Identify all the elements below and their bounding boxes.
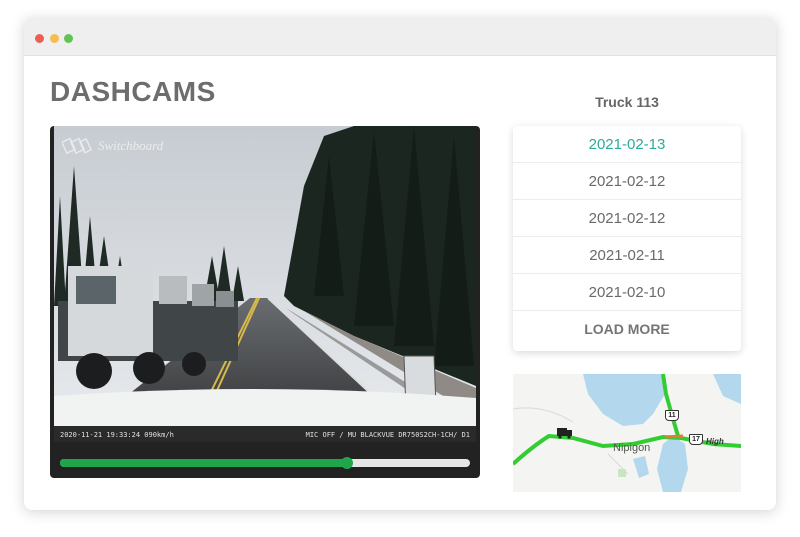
date-list-item[interactable]: 2021-02-11 <box>513 237 741 274</box>
video-timestamp: 2020-11-21 19:33:24 090km/h <box>60 431 174 439</box>
route-map-canvas <box>513 374 741 492</box>
dashcam-video-frame[interactable]: Switchboard 2020-11-21 19:33:24 090km/h … <box>54 126 476 442</box>
date-list-item[interactable]: 2021-02-12 <box>513 163 741 200</box>
recording-date-list: 2021-02-13 2021-02-12 2021-02-12 2021-02… <box>513 126 741 351</box>
highway-11-shield: 11 <box>665 410 679 421</box>
video-device-info: MIC OFF / MU BLACKVUE DR750S2CH-1CH/ D1 <box>305 431 470 439</box>
route-map[interactable]: 11 17 High Nipigon <box>513 374 741 492</box>
page-title: DASHCAMS <box>50 76 216 107</box>
video-seekbar[interactable] <box>60 457 470 469</box>
date-list-item[interactable]: 2021-02-12 <box>513 200 741 237</box>
minimize-window-button[interactable] <box>50 34 59 43</box>
load-more-button[interactable]: LOAD MORE <box>513 311 741 347</box>
close-window-button[interactable] <box>35 34 44 43</box>
truck-title: Truck 113 <box>595 94 659 110</box>
date-list-item[interactable]: 2021-02-13 <box>513 126 741 163</box>
video-seekbar-thumb[interactable] <box>341 457 353 469</box>
switchboard-logo-icon <box>62 137 92 154</box>
switchboard-logo-text: Switchboard <box>98 138 164 153</box>
browser-window: DASHCAMS Switchboard 2020-11-21 19:33:24… <box>24 18 776 510</box>
window-titlebar <box>24 18 776 56</box>
town-label: Nipigon <box>613 442 651 454</box>
highway-17-shield: 17 <box>689 434 703 445</box>
video-player[interactable]: Switchboard 2020-11-21 19:33:24 090km/h … <box>50 126 480 478</box>
switchboard-logo: Switchboard <box>62 136 163 156</box>
highway-label: High <box>706 437 724 446</box>
video-seekbar-fill <box>60 459 347 467</box>
maximize-window-button[interactable] <box>64 34 73 43</box>
date-list-item[interactable]: 2021-02-10 <box>513 274 741 311</box>
dashcam-video-scene <box>54 126 476 442</box>
